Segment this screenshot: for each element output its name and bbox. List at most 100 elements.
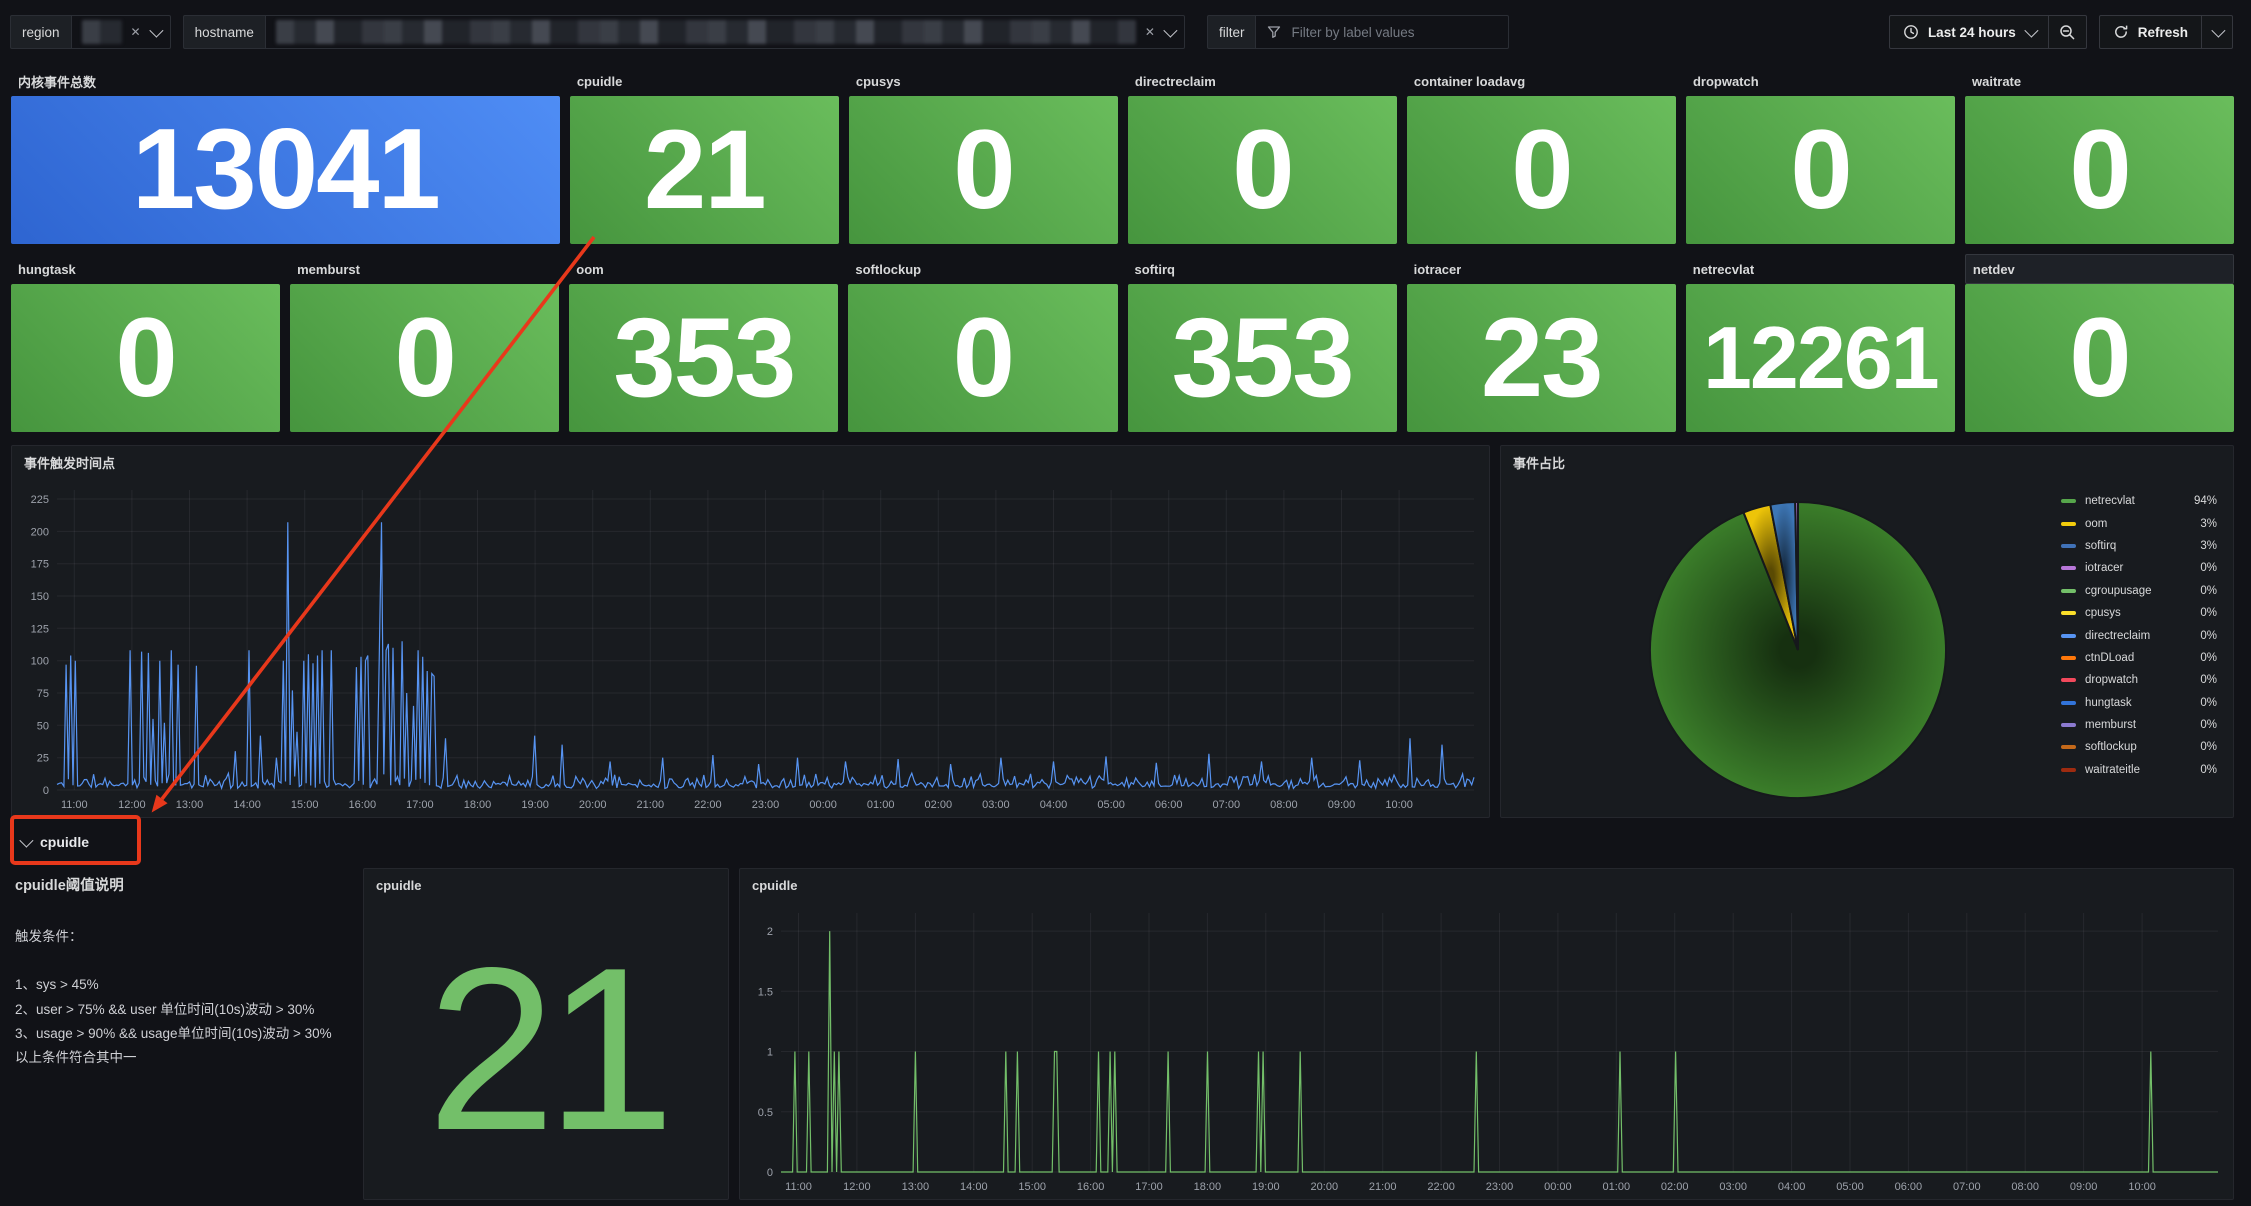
stat-panel-header-softlockup[interactable]: softlockup: [848, 254, 1117, 284]
chevron-down-icon[interactable]: [19, 834, 33, 848]
stat-title: memburst: [297, 262, 360, 277]
panel-title[interactable]: 事件触发时间点: [12, 446, 1489, 478]
svg-text:04:00: 04:00: [1040, 799, 1068, 811]
stat-panel-header-oom[interactable]: oom: [569, 254, 838, 284]
hostname-value-select[interactable]: ✕: [265, 15, 1185, 49]
legend-value: 0%: [2200, 562, 2217, 574]
refresh-interval-dropdown[interactable]: [2202, 15, 2233, 49]
stat-panel-header-directreclaim[interactable]: directreclaim: [1128, 66, 1397, 96]
stat-panel-header-netrecvlat[interactable]: netrecvlat: [1686, 254, 1955, 284]
stat-value: 0: [2069, 117, 2129, 223]
legend-swatch: [2061, 522, 2076, 526]
stat-body-hungtask: 0: [11, 284, 280, 432]
svg-text:15:00: 15:00: [1018, 1181, 1046, 1193]
stat-panel-header-cpuidle[interactable]: cpuidle: [570, 66, 839, 96]
svg-text:08:00: 08:00: [2011, 1181, 2039, 1193]
redacted-hostname-value: [276, 20, 1136, 44]
refresh-label: Refresh: [2138, 25, 2188, 40]
svg-text:0: 0: [43, 785, 49, 797]
region-value-select[interactable]: ✕: [71, 15, 171, 49]
stat-panel-header-kernel-events-total[interactable]: 内核事件总数: [11, 66, 560, 96]
dashboard-submenu-bar: region ✕ hostname ✕ filter Filter by lab…: [0, 0, 2251, 64]
clear-icon[interactable]: ✕: [1145, 26, 1155, 38]
chevron-down-icon[interactable]: [149, 24, 163, 38]
legend-value: 0%: [2200, 607, 2217, 619]
legend-name: cgroupusage: [2085, 585, 2152, 597]
legend-item-cpusys[interactable]: cpusys 0%: [2061, 602, 2217, 624]
stat-title: 内核事件总数: [18, 72, 96, 91]
stat-panel-header-waitrate[interactable]: waitrate: [1965, 66, 2234, 96]
svg-text:23:00: 23:00: [1486, 1181, 1514, 1193]
event-trigger-chart[interactable]: 025507510012515017520022511:0012:0013:00…: [13, 478, 1488, 816]
svg-text:01:00: 01:00: [1603, 1181, 1631, 1193]
svg-text:03:00: 03:00: [1719, 1181, 1747, 1193]
svg-text:13:00: 13:00: [902, 1181, 930, 1193]
legend-item-softlockup[interactable]: softlockup0%: [2061, 736, 2217, 758]
stat-row-2: hungtask0memburst0oom353softlockup0softi…: [11, 254, 2234, 432]
legend-item-iotracer[interactable]: iotracer0%: [2061, 557, 2217, 579]
stat-value: 0: [1232, 117, 1292, 223]
panel-title[interactable]: cpuidle: [740, 869, 2233, 901]
legend-item-netrecvlat[interactable]: netrecvlat94%: [2061, 490, 2217, 512]
legend-item-hungtask[interactable]: hungtask0%: [2061, 692, 2217, 714]
stat-body-softirq: 353: [1128, 284, 1397, 432]
legend-name: dropwatch: [2085, 674, 2138, 686]
stat-title: cpusys: [856, 74, 901, 89]
panel-title[interactable]: cpuidle: [364, 869, 728, 901]
svg-text:18:00: 18:00: [464, 799, 492, 811]
stat-panel-header-memburst[interactable]: memburst: [290, 254, 559, 284]
stat-title: dropwatch: [1693, 74, 1759, 89]
legend-name: oom: [2085, 518, 2107, 530]
panel-cpuidle-timeline: cpuidle 00.511.5211:0012:0013:0014:0015:…: [739, 868, 2234, 1200]
stat-panel-header-hungtask[interactable]: hungtask: [11, 254, 280, 284]
stat-panel-header-cpusys[interactable]: cpusys: [849, 66, 1118, 96]
stat-panel-header-softirq[interactable]: softirq: [1128, 254, 1397, 284]
legend-item-oom[interactable]: oom3%: [2061, 512, 2217, 534]
legend-item-cgroupusage[interactable]: cgroupusage0%: [2061, 580, 2217, 602]
stat-panel-header-dropwatch[interactable]: dropwatch: [1686, 66, 1955, 96]
stat-value: 353: [613, 305, 794, 411]
svg-text:02:00: 02:00: [925, 799, 953, 811]
legend-swatch: [2061, 634, 2076, 638]
chevron-down-icon[interactable]: [1163, 24, 1177, 38]
svg-text:12:00: 12:00: [843, 1181, 871, 1193]
legend-name: cpusys: [2085, 607, 2121, 619]
text-line: [15, 949, 351, 973]
stat-panel-directreclaim: directreclaim 0: [1128, 66, 1397, 244]
clear-icon[interactable]: ✕: [131, 26, 141, 38]
svg-text:00:00: 00:00: [809, 799, 837, 811]
row-label[interactable]: cpuidle: [40, 834, 89, 850]
text-line: 1、sys > 45%: [15, 973, 351, 997]
legend-name: waitrateitle: [2085, 764, 2140, 776]
filter-input[interactable]: Filter by label values: [1255, 15, 1509, 49]
stat-panel-header-iotracer[interactable]: iotracer: [1407, 254, 1676, 284]
stat-title: softirq: [1135, 262, 1175, 277]
legend-swatch: [2061, 611, 2076, 615]
stat-body-oom: 353: [569, 284, 838, 432]
legend-item-ctnDLoad[interactable]: ctnDLoad0%: [2061, 647, 2217, 669]
zoom-out-time-button[interactable]: [2049, 15, 2087, 49]
stat-panel-netdev: netdev0: [1965, 254, 2234, 432]
region-label: region: [10, 15, 71, 49]
stat-value: 0: [1511, 117, 1571, 223]
legend-item-waitrateitle[interactable]: waitrateitle0%: [2061, 759, 2217, 781]
legend-item-dropwatch[interactable]: dropwatch0%: [2061, 669, 2217, 691]
panel-event-share-pie: 事件占比 netrecvlat94%oom3%softirq3%iotracer…: [1500, 445, 2234, 818]
cpuidle-chart[interactable]: 00.511.5211:0012:0013:0014:0015:0016:001…: [741, 901, 2232, 1198]
pie-legend: netrecvlat94%oom3%softirq3%iotracer0%cgr…: [2061, 490, 2217, 781]
svg-text:19:00: 19:00: [1252, 1181, 1280, 1193]
time-range-picker[interactable]: Last 24 hours: [1889, 15, 2049, 49]
panel-title[interactable]: 事件占比: [1501, 446, 2233, 478]
stat-panel-header-container-loadavg[interactable]: container loadavg: [1407, 66, 1676, 96]
filter-label: filter: [1207, 15, 1256, 49]
legend-name: memburst: [2085, 719, 2136, 731]
refresh-button[interactable]: Refresh: [2099, 15, 2202, 49]
row-toggle-cpuidle[interactable]: cpuidle: [11, 822, 89, 862]
svg-text:06:00: 06:00: [1895, 1181, 1923, 1193]
stat-panel-header-netdev[interactable]: netdev: [1965, 254, 2234, 284]
legend-item-softirq[interactable]: softirq3%: [2061, 535, 2217, 557]
legend-item-directreclaim[interactable]: directreclaim0%: [2061, 624, 2217, 646]
legend-name: hungtask: [2085, 697, 2132, 709]
legend-item-memburst[interactable]: memburst0%: [2061, 714, 2217, 736]
svg-text:09:00: 09:00: [2070, 1181, 2098, 1193]
